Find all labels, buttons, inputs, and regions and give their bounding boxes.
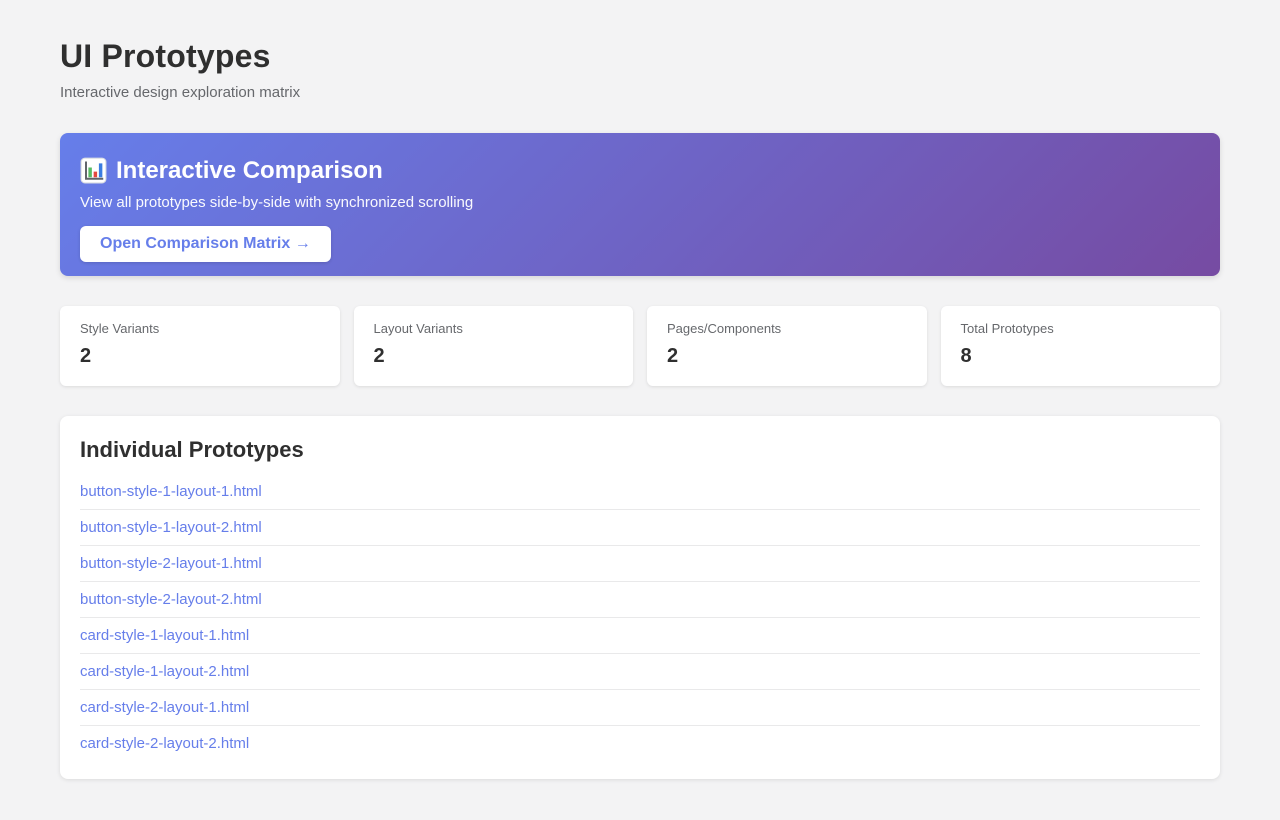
prototype-link-card-style-1-layout-1[interactable]: card-style-1-layout-1.html	[80, 627, 249, 644]
stat-label: Layout Variants	[374, 321, 614, 337]
prototype-link-button-style-2-layout-1[interactable]: button-style-2-layout-1.html	[80, 555, 262, 572]
list-item: card-style-1-layout-2.html	[80, 654, 1200, 690]
stat-value: 8	[961, 344, 1201, 368]
list-item: card-style-2-layout-1.html	[80, 690, 1200, 726]
list-item: button-style-1-layout-2.html	[80, 510, 1200, 546]
list-item: button-style-2-layout-2.html	[80, 582, 1200, 618]
banner-title-row: Interactive Comparison	[80, 156, 1200, 185]
banner-title: Interactive Comparison	[116, 156, 383, 185]
individual-prototypes-heading: Individual Prototypes	[80, 436, 1200, 463]
stat-label: Total Prototypes	[961, 321, 1201, 337]
page-title: UI Prototypes	[60, 38, 1220, 75]
prototype-list: button-style-1-layout-1.html button-styl…	[80, 474, 1200, 761]
page-container: UI Prototypes Interactive design explora…	[60, 0, 1220, 779]
open-comparison-matrix-button[interactable]: Open Comparison Matrix →	[80, 226, 331, 262]
stat-label: Pages/Components	[667, 321, 907, 337]
comparison-banner: Interactive Comparison View all prototyp…	[60, 133, 1220, 276]
stat-card-layout-variants: Layout Variants 2	[354, 306, 634, 386]
list-item: button-style-1-layout-1.html	[80, 474, 1200, 510]
stat-card-total-prototypes: Total Prototypes 8	[941, 306, 1221, 386]
stat-value: 2	[667, 344, 907, 368]
prototype-link-button-style-1-layout-2[interactable]: button-style-1-layout-2.html	[80, 519, 262, 536]
prototype-link-card-style-2-layout-1[interactable]: card-style-2-layout-1.html	[80, 699, 249, 716]
stat-card-style-variants: Style Variants 2	[60, 306, 340, 386]
stat-value: 2	[374, 344, 614, 368]
banner-description: View all prototypes side-by-side with sy…	[80, 193, 1200, 212]
individual-prototypes-card: Individual Prototypes button-style-1-lay…	[60, 416, 1220, 779]
stat-value: 2	[80, 344, 320, 368]
list-item: card-style-1-layout-1.html	[80, 618, 1200, 654]
stats-row: Style Variants 2 Layout Variants 2 Pages…	[60, 306, 1220, 386]
prototype-link-button-style-2-layout-2[interactable]: button-style-2-layout-2.html	[80, 591, 262, 608]
stat-label: Style Variants	[80, 321, 320, 337]
list-item: card-style-2-layout-2.html	[80, 726, 1200, 761]
page-subtitle: Interactive design exploration matrix	[60, 84, 1220, 101]
prototype-link-button-style-1-layout-1[interactable]: button-style-1-layout-1.html	[80, 483, 262, 500]
list-item: button-style-2-layout-1.html	[80, 546, 1200, 582]
bar-chart-icon	[80, 157, 107, 184]
stat-card-pages-components: Pages/Components 2	[647, 306, 927, 386]
prototype-link-card-style-1-layout-2[interactable]: card-style-1-layout-2.html	[80, 663, 249, 680]
prototype-link-card-style-2-layout-2[interactable]: card-style-2-layout-2.html	[80, 735, 249, 752]
